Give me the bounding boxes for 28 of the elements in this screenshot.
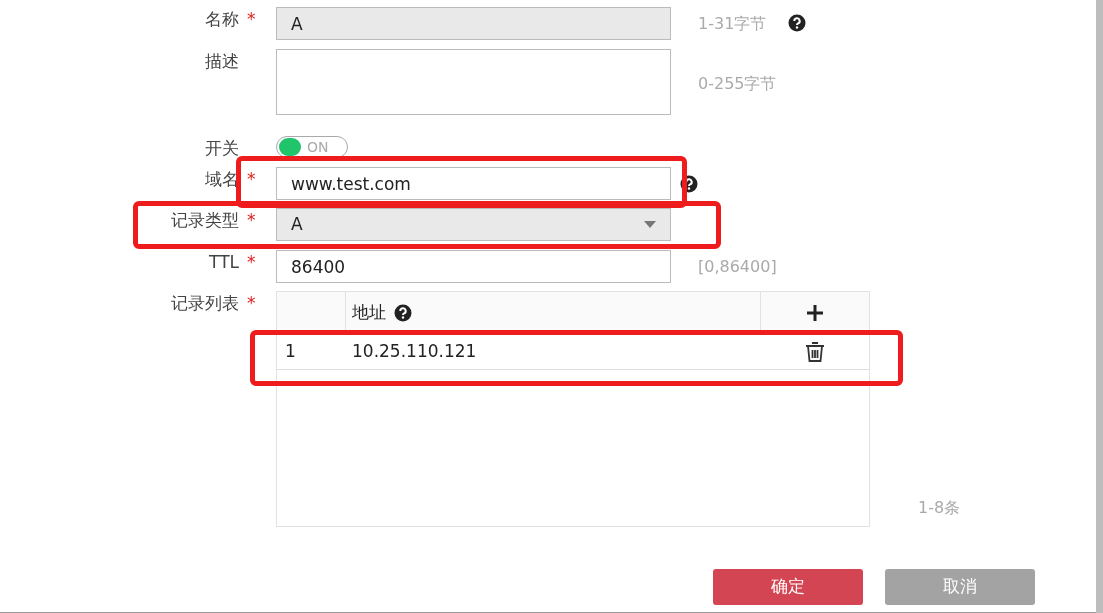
help-icon[interactable]	[680, 174, 698, 193]
field-hint: [0,86400]	[698, 256, 777, 278]
table-cell-text: 10.25.110.121	[351, 340, 478, 364]
description-field[interactable]	[276, 49, 671, 115]
required-mark: *	[247, 209, 257, 232]
required-mark: *	[247, 251, 257, 274]
required-mark: *	[247, 168, 257, 191]
field-label: 开关	[205, 137, 239, 160]
field-label: 描述	[205, 50, 239, 73]
field-label: 记录类型	[171, 209, 239, 232]
field-hint: 1-8条	[918, 497, 961, 519]
text-field[interactable]: 86400	[276, 250, 671, 283]
field-label: TTL	[209, 251, 239, 274]
text-field[interactable]: www.test.com	[276, 167, 671, 200]
field-label: 记录列表	[171, 292, 239, 315]
caret-icon	[644, 221, 656, 228]
row-number: 1	[284, 340, 297, 364]
confirm-button[interactable]: 确定	[713, 569, 863, 605]
required-mark: *	[247, 8, 257, 31]
field-label: 域名	[205, 168, 239, 191]
field-hint: 1-31字节	[698, 13, 767, 35]
column-header: 地址	[352, 301, 386, 325]
field-hint: 0-255字节	[698, 73, 777, 95]
field-label: 名称	[205, 8, 239, 31]
help-icon[interactable]	[394, 304, 412, 322]
required-mark: *	[247, 292, 257, 315]
trash-icon[interactable]	[805, 341, 825, 363]
add-icon[interactable]	[806, 304, 824, 322]
